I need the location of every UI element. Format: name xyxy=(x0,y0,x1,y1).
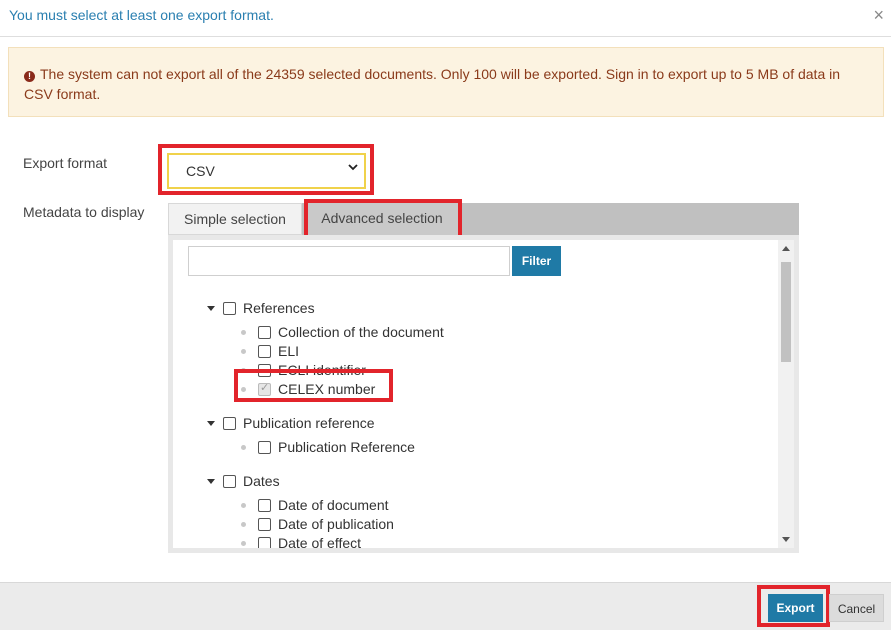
metadata-tabs: Simple selection Advanced selection xyxy=(168,203,799,235)
tree-label: Dates xyxy=(243,473,280,489)
checkbox-publication-reference[interactable] xyxy=(223,416,236,430)
caret-down-icon[interactable] xyxy=(207,420,215,426)
chevron-down-icon xyxy=(348,164,358,171)
bullet-icon xyxy=(241,521,246,527)
filter-button[interactable]: Filter xyxy=(512,246,561,276)
tree-item-collection: Collection of the document xyxy=(241,322,444,342)
exclamation-icon: ! xyxy=(24,71,35,82)
bullet-icon xyxy=(241,444,246,450)
tree-item-date-document: Date of document xyxy=(241,495,389,515)
tree-group-references: References xyxy=(207,298,315,318)
checkbox-eli[interactable] xyxy=(258,344,271,358)
filter-input[interactable] xyxy=(188,246,510,276)
export-format-label: Export format xyxy=(23,155,108,171)
tree-label: Publication reference xyxy=(243,415,375,431)
dialog-title: You must select at least one export form… xyxy=(9,7,274,23)
export-format-select[interactable]: CSV xyxy=(167,153,366,189)
checkbox-date-document[interactable] xyxy=(258,498,271,512)
tree-group-publication-reference: Publication reference xyxy=(207,413,375,433)
metadata-label: Metadata to display xyxy=(23,204,145,220)
tree-label: Date of document xyxy=(278,497,389,513)
bullet-icon xyxy=(241,540,246,546)
tree-label: Publication Reference xyxy=(278,439,415,455)
bullet-icon xyxy=(241,329,246,335)
checkbox-references[interactable] xyxy=(223,301,236,315)
checkbox-date-publication[interactable] xyxy=(258,517,271,531)
checkbox-collection[interactable] xyxy=(258,325,271,339)
export-format-value: CSV xyxy=(186,163,215,179)
bullet-icon xyxy=(241,348,246,354)
tree-label: ELI xyxy=(278,343,300,359)
warning-alert: ! The system can not export all of the 24… xyxy=(8,47,884,117)
tree-label: References xyxy=(243,300,315,316)
export-button[interactable]: Export xyxy=(768,594,823,622)
highlight-frame-advanced-tab xyxy=(304,199,462,240)
tab-simple-selection[interactable]: Simple selection xyxy=(168,203,302,235)
scroll-down-icon[interactable] xyxy=(782,537,790,542)
tree-item-date-effect: Date of effect xyxy=(241,533,362,551)
checkbox-publication-reference-item[interactable] xyxy=(258,440,271,454)
caret-down-icon[interactable] xyxy=(207,305,215,311)
tree-item-date-publication: Date of publication xyxy=(241,514,394,534)
panel-scrollbar[interactable] xyxy=(778,240,794,548)
tree-label: Collection of the document xyxy=(278,324,444,340)
tree-label: Date of publication xyxy=(278,516,394,532)
checkbox-dates[interactable] xyxy=(223,474,236,488)
caret-down-icon[interactable] xyxy=(207,478,215,484)
close-icon[interactable]: × xyxy=(873,5,884,26)
tree-item-eli: ELI xyxy=(241,341,299,361)
checkbox-date-effect[interactable] xyxy=(258,536,271,548)
tree-item-publication-reference: Publication Reference xyxy=(241,437,415,457)
highlight-frame-celex xyxy=(234,369,393,402)
cancel-button[interactable]: Cancel xyxy=(829,594,884,622)
bullet-icon xyxy=(241,502,246,508)
tree-label: Date of effect xyxy=(278,535,362,551)
scrollbar-thumb[interactable] xyxy=(781,262,791,362)
alert-message: The system can not export all of the 243… xyxy=(24,66,841,102)
dialog-header: You must select at least one export form… xyxy=(0,0,891,37)
tree-group-dates: Dates xyxy=(207,471,280,491)
scroll-up-icon[interactable] xyxy=(782,246,790,251)
